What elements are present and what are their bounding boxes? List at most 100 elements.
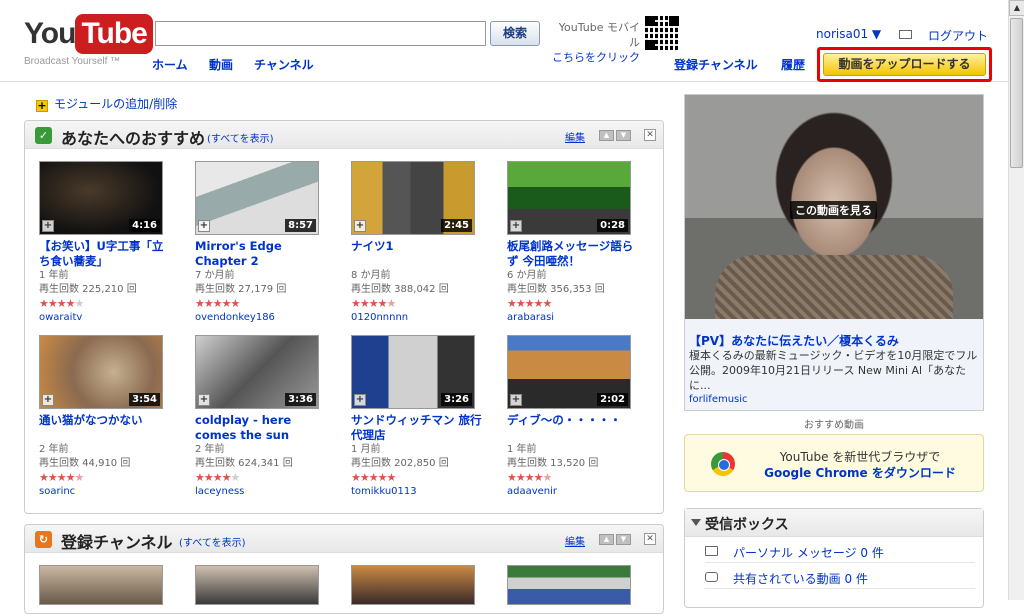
- add-to-quicklist-icon[interactable]: +: [510, 394, 522, 406]
- subscription-thumb[interactable]: [351, 565, 475, 605]
- subscriptions-edit[interactable]: 編集: [565, 533, 585, 548]
- video-thumbnail[interactable]: +0:28: [507, 161, 631, 235]
- video-uploader[interactable]: 0120nnnnn: [351, 310, 497, 325]
- nav-videos[interactable]: 動画: [209, 56, 233, 73]
- video-thumbnail[interactable]: +2:02: [507, 335, 631, 409]
- video-uploader[interactable]: soarinc: [39, 484, 185, 499]
- video-tile[interactable]: +0:28 板尾創路メッセージ語らず 今田唖然！ 6 か月前 再生回数 356,353…: [507, 161, 653, 325]
- video-title[interactable]: ナイツ1: [351, 239, 483, 269]
- add-to-quicklist-icon[interactable]: +: [510, 220, 522, 232]
- chrome-download-link[interactable]: Google Chrome をダウンロード: [745, 464, 975, 481]
- featured-user[interactable]: forlifemusic: [689, 394, 748, 405]
- video-tile[interactable]: +2:45 ナイツ1 8 か月前 再生回数 388,042 回 ★★★★★ 0120nnn…: [351, 161, 497, 325]
- video-thumbnail[interactable]: +2:45: [351, 161, 475, 235]
- video-title[interactable]: Mirror's Edge Chapter 2 Speedrun...: [195, 239, 327, 269]
- nav-channels[interactable]: チャンネル: [254, 56, 314, 73]
- video-tile[interactable]: +3:36 coldplay - here comes the sun 2 年前 再生…: [195, 335, 341, 499]
- subscription-thumb[interactable]: [195, 565, 319, 605]
- video-title[interactable]: coldplay - here comes the sun: [195, 413, 327, 443]
- nav-home[interactable]: ホーム: [152, 56, 188, 73]
- inbox-shared-videos[interactable]: 共有されている動画 0 件: [705, 565, 975, 589]
- nav-history[interactable]: 履歴: [781, 56, 805, 73]
- video-tile[interactable]: +3:26 サンドウィッチマン 旅行代理店 1 月前 再生回数 202,850 回 ★★…: [351, 335, 497, 499]
- move-up-icon[interactable]: ▲: [599, 130, 614, 141]
- subscriptions-title: 登録チャンネル: [61, 533, 173, 552]
- youtube-logo[interactable]: You Tube: [24, 14, 153, 54]
- video-age: 1 年前: [39, 270, 69, 281]
- video-uploader[interactable]: tomikku0113: [351, 484, 497, 499]
- video-thumbnail[interactable]: +4:16: [39, 161, 163, 235]
- subscriptions-show-all[interactable]: (すべてを表示): [179, 534, 246, 549]
- move-up-icon[interactable]: ▲: [599, 534, 614, 545]
- video-uploader[interactable]: laceyness: [195, 484, 341, 499]
- video-thumbnail[interactable]: +3:36: [195, 335, 319, 409]
- video-duration: 2:45: [441, 219, 472, 232]
- video-tile[interactable]: +3:54 通い猫がなつかない 2 年前 再生回数 44,910 回 ★★★★★ soar…: [39, 335, 185, 499]
- move-down-icon[interactable]: ▼: [616, 534, 631, 545]
- video-views: 再生回数 13,520 回: [507, 458, 599, 469]
- inbox-personal-messages[interactable]: パーソナル メッセージ 0 件: [705, 539, 975, 563]
- add-to-quicklist-icon[interactable]: +: [354, 394, 366, 406]
- upload-button[interactable]: 動画をアップロードする: [823, 53, 986, 76]
- video-thumbnail[interactable]: +8:57: [195, 161, 319, 235]
- add-to-quicklist-icon[interactable]: +: [198, 220, 210, 232]
- video-uploader[interactable]: adaavenir: [507, 484, 653, 499]
- rating-stars-icon: ★★★★★: [507, 471, 552, 484]
- scrollbar[interactable]: ▲: [1008, 0, 1024, 600]
- add-to-quicklist-icon[interactable]: +: [42, 220, 54, 232]
- chrome-promo-line1: YouTube を新世代ブラウザで: [779, 450, 941, 464]
- mobile-promo-link[interactable]: こちらをクリック: [552, 50, 640, 65]
- recommended-show-all[interactable]: (すべてを表示): [207, 130, 274, 145]
- video-title[interactable]: 板尾創路メッセージ語らず 今田唖然！: [507, 239, 639, 269]
- recommended-title: あなたへのおすすめ: [61, 129, 206, 148]
- video-thumbnail[interactable]: +3:54: [39, 335, 163, 409]
- featured-video[interactable]: この動画を見る 【PV】あなたに伝えたい／榎本くるみ 榎本くるみの最新ミュージッ…: [684, 94, 984, 411]
- add-to-quicklist-icon[interactable]: +: [42, 394, 54, 406]
- move-down-icon[interactable]: ▼: [616, 130, 631, 141]
- close-icon[interactable]: ✕: [644, 129, 656, 141]
- tagline: Broadcast Yourself ™: [24, 56, 121, 67]
- inbox-header[interactable]: 受信ボックス: [685, 509, 983, 537]
- scroll-thumb[interactable]: [1010, 18, 1023, 168]
- video-thumbnail[interactable]: +3:26: [351, 335, 475, 409]
- video-title[interactable]: サンドウィッチマン 旅行代理店: [351, 413, 483, 443]
- close-icon[interactable]: ✕: [644, 533, 656, 545]
- recommended-edit[interactable]: 編集: [565, 129, 585, 144]
- video-duration: 0:28: [597, 219, 628, 232]
- subscription-thumb[interactable]: [39, 565, 163, 605]
- video-tile[interactable]: +2:02 ディブ～の・・・・・ 1 年前 再生回数 13,520 回 ★★★★★ ada…: [507, 335, 653, 499]
- search-button[interactable]: 検索: [490, 21, 540, 46]
- collapse-arrow-icon[interactable]: [691, 519, 701, 526]
- video-age: 7 か月前: [195, 270, 235, 281]
- search-input[interactable]: [155, 21, 486, 46]
- subscription-thumb[interactable]: [507, 565, 631, 605]
- watch-video-label[interactable]: この動画を見る: [790, 201, 877, 219]
- mail-icon[interactable]: [899, 30, 912, 39]
- add-remove-modules-link[interactable]: + モジュールの追加/削除: [36, 95, 177, 112]
- add-to-quicklist-icon[interactable]: +: [354, 220, 366, 232]
- video-title[interactable]: 【お笑い】U字工事「立ち食い蕎麦」: [39, 239, 171, 269]
- rating-stars-icon: ★★★★★: [351, 471, 396, 484]
- subscriptions-header: ↻ 登録チャンネル (すべてを表示) 編集 ▲ ▼ ✕: [25, 525, 663, 553]
- featured-title[interactable]: 【PV】あなたに伝えたい／榎本くるみ: [689, 332, 899, 349]
- video-tile[interactable]: +8:57 Mirror's Edge Chapter 2 Speedrun...…: [195, 161, 341, 325]
- video-uploader[interactable]: ovendonkey186: [195, 310, 341, 325]
- video-duration: 4:16: [129, 219, 160, 232]
- video-title[interactable]: ディブ～の・・・・・: [507, 413, 639, 443]
- video-uploader[interactable]: owaraitv: [39, 310, 185, 325]
- logout-link[interactable]: ログアウト: [928, 27, 988, 44]
- nav-subscriptions[interactable]: 登録チャンネル: [674, 56, 758, 73]
- video-age: 8 か月前: [351, 270, 391, 281]
- scroll-up-arrow-icon[interactable]: ▲: [1009, 0, 1024, 16]
- video-views: 再生回数 225,210 回: [39, 284, 137, 295]
- video-views: 再生回数 356,353 回: [507, 284, 605, 295]
- video-title[interactable]: 通い猫がなつかない: [39, 413, 171, 443]
- add-to-quicklist-icon[interactable]: +: [198, 394, 210, 406]
- chrome-promo[interactable]: YouTube を新世代ブラウザで Google Chrome をダウンロード: [684, 434, 984, 492]
- video-icon: [705, 572, 718, 582]
- user-menu[interactable]: norisa01 ▼: [816, 27, 881, 41]
- subscriptions-icon: ↻: [35, 531, 52, 548]
- video-uploader[interactable]: arabarasi: [507, 310, 653, 325]
- mobile-promo[interactable]: YouTube モバイル こちらをクリック: [552, 20, 640, 65]
- video-tile[interactable]: +4:16 【お笑い】U字工事「立ち食い蕎麦」 1 年前再生回数 225,210 回…: [39, 161, 185, 325]
